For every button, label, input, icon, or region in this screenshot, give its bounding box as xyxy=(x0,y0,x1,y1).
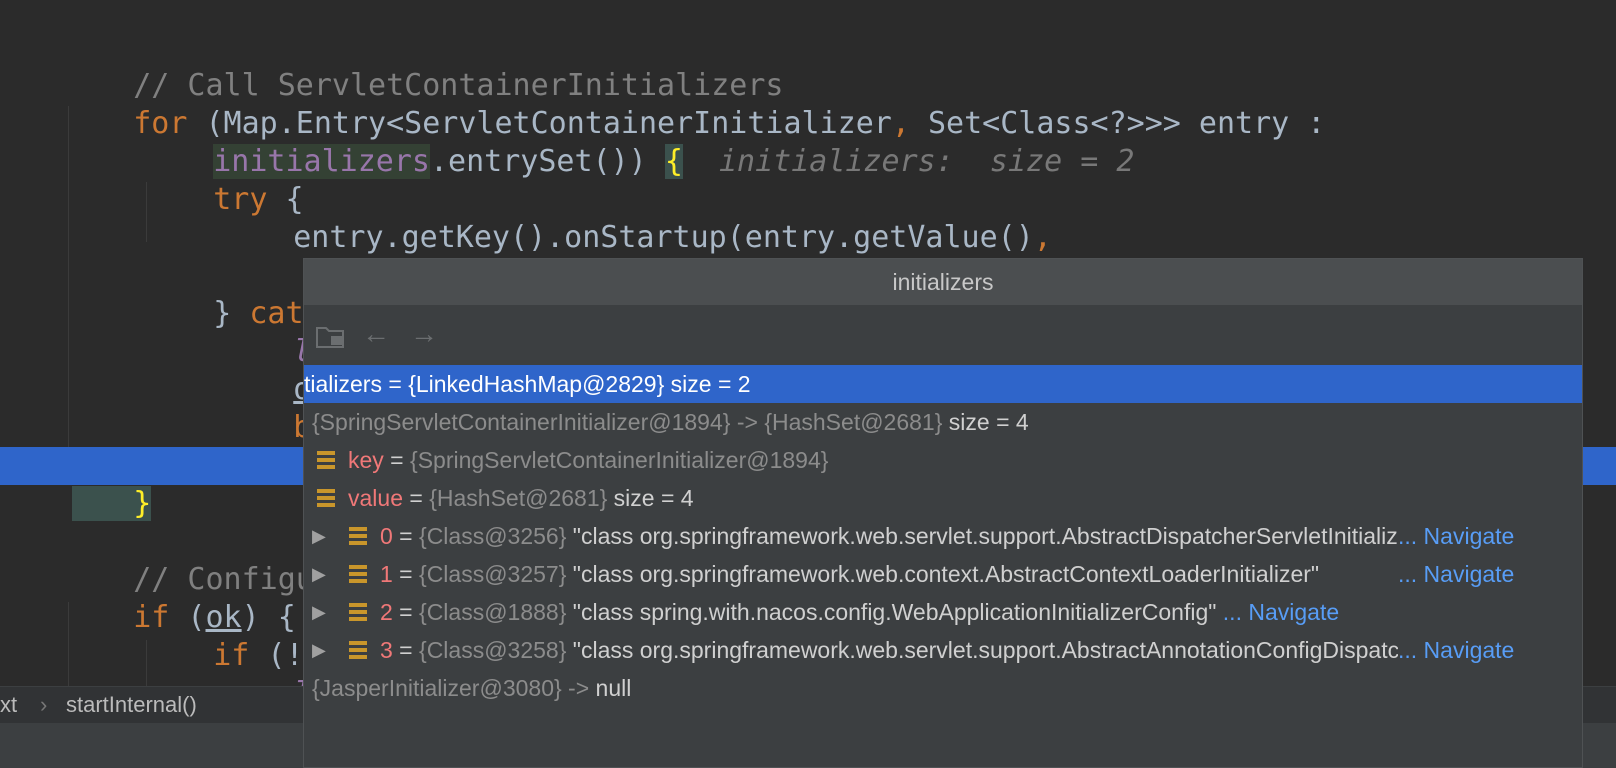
tree-row-value[interactable]: value = {HashSet@2681} size = 4 xyxy=(304,479,1582,517)
var-string: "class org.springframework.web.servlet.s… xyxy=(566,523,1398,549)
var-value: {Class@3258} xyxy=(419,637,567,663)
breadcrumb-item[interactable]: xt xyxy=(0,687,17,723)
code-line-try: try { xyxy=(0,143,1616,217)
folder-icon[interactable] xyxy=(316,305,346,363)
equals-sign: = xyxy=(402,485,430,511)
navigate-link[interactable]: ... Navigate xyxy=(1398,631,1514,669)
equals-sign: = xyxy=(381,371,409,397)
var-name: value xyxy=(348,485,403,511)
tree-row-element-2[interactable]: ▶ 2 = {Class@1888} "class spring.with.na… xyxy=(304,593,1582,631)
var-name: 2 xyxy=(380,599,393,625)
expand-arrow-icon[interactable]: ▶ xyxy=(312,593,326,631)
field-icon xyxy=(317,451,335,469)
tree-row-map-entry[interactable]: {SpringServletContainerInitializer@1894}… xyxy=(304,403,1582,441)
map-arrow: -> xyxy=(561,675,596,701)
expand-arrow-icon[interactable]: ▶ xyxy=(312,555,326,593)
var-size: size = 4 xyxy=(942,409,1029,435)
equals-sign: = xyxy=(392,523,420,549)
var-name: 3 xyxy=(380,637,393,663)
arrow-left-icon[interactable]: ← xyxy=(362,305,390,363)
navigate-link[interactable]: ... Navigate xyxy=(1398,555,1514,593)
var-string: "class org.springframework.web.servlet.s… xyxy=(572,637,1398,663)
variable-inspector-popup[interactable]: initializers ← → tializers = {LinkedHash… xyxy=(303,258,1583,768)
arrow-right-icon[interactable]: → xyxy=(410,305,438,363)
navigate-link[interactable]: ... Navigate xyxy=(1216,599,1339,625)
equals-sign: = xyxy=(383,447,411,473)
chevron-right-icon: › xyxy=(40,692,48,717)
var-string: "class spring.with.nacos.config.WebAppli… xyxy=(566,599,1217,625)
var-size: size = 4 xyxy=(607,485,694,511)
navigate-link[interactable]: ... Navigate xyxy=(1398,517,1514,555)
popup-title[interactable]: initializers xyxy=(304,259,1582,305)
var-value: {Class@3256} xyxy=(419,523,567,549)
var-value: null xyxy=(595,675,632,701)
var-value: {LinkedHashMap@2829} xyxy=(408,371,665,397)
tree-row-element-0[interactable]: ▶ 0 = {Class@3256} "class org.springfram… xyxy=(304,517,1582,555)
equals-sign: = xyxy=(392,637,420,663)
field-icon xyxy=(349,641,367,659)
brace-match: } xyxy=(72,486,152,521)
field-icon xyxy=(349,565,367,583)
tree-row-element-3[interactable]: ▶ 3 = {Class@3258} "class org.springfram… xyxy=(304,631,1582,669)
tree-row-key[interactable]: key = {SpringServletContainerInitializer… xyxy=(304,441,1582,479)
code-line-onstartup: entry.getKey().onStartup(entry.getValue(… xyxy=(0,181,1616,255)
field-icon xyxy=(317,489,335,507)
var-name: 1 xyxy=(380,561,393,587)
var-name: tializers xyxy=(304,371,382,397)
var-size: size = 2 xyxy=(664,371,751,397)
code-line-context: getServletContext()); xyxy=(0,219,1616,293)
var-name: key xyxy=(348,447,384,473)
var-value: {JasperInitializer@3080} xyxy=(312,675,562,701)
field-icon xyxy=(349,527,367,545)
var-value: {HashSet@2681} xyxy=(429,485,608,511)
var-value: {Class@1888} xyxy=(419,599,567,625)
tree-row-initializers[interactable]: tializers = {LinkedHashMap@2829} size = … xyxy=(304,365,1582,403)
var-name: 0 xyxy=(380,523,393,549)
popup-toolbar: ← → xyxy=(304,305,1582,363)
equals-sign: = xyxy=(392,599,420,625)
tree-row-element-1[interactable]: ▶ 1 = {Class@3257} "class org.springfram… xyxy=(304,555,1582,593)
var-value: {SpringServletContainerInitializer@1894} xyxy=(410,447,829,473)
var-value: {Class@3257} xyxy=(419,561,567,587)
var-value: {HashSet@2681} xyxy=(764,409,943,435)
expand-arrow-icon[interactable]: ▶ xyxy=(312,517,326,555)
var-value: {SpringServletContainerInitializer@1894} xyxy=(312,409,731,435)
code-line-comment: // Call ServletContainerInitializers xyxy=(0,29,1616,103)
field-icon xyxy=(349,603,367,621)
equals-sign: = xyxy=(392,561,420,587)
tree-row-map-entry[interactable]: {JasperInitializer@3080} -> null xyxy=(304,669,1582,707)
code-line-entryset: initializers.entrySet()) { initializers:… xyxy=(0,105,1616,179)
breadcrumb-item[interactable]: startInternal() xyxy=(66,687,197,723)
expand-arrow-icon[interactable]: ▶ xyxy=(312,631,326,669)
map-arrow: -> xyxy=(730,409,765,435)
var-string: "class org.springframework.web.context.A… xyxy=(566,561,1320,587)
code-line-for: for (Map.Entry<ServletContainerInitializ… xyxy=(0,67,1616,141)
